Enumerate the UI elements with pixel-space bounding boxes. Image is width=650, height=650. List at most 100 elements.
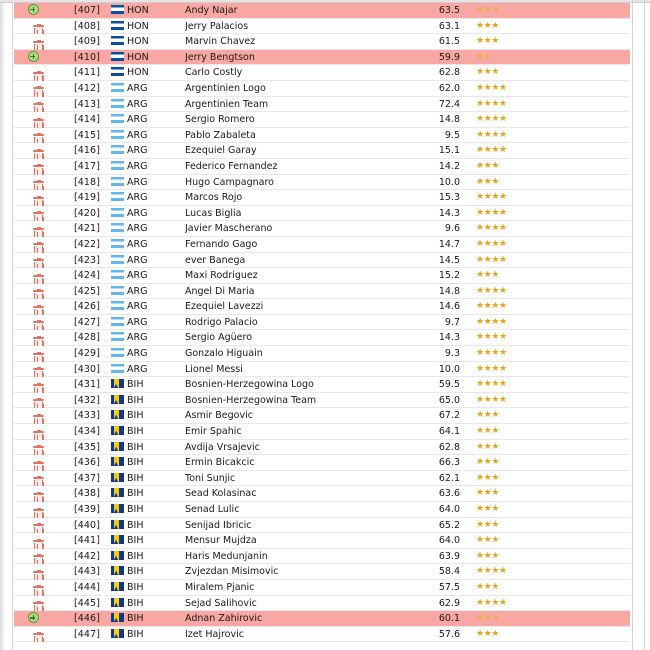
row-action-cell[interactable] bbox=[22, 580, 44, 596]
table-row[interactable]: [421] ARG Javier Mascherano 9.6 ★★★★ bbox=[14, 221, 632, 237]
table-row[interactable]: [431] BIH Bosnien-Herzegowina Logo 59.5 ★★★★ bbox=[14, 377, 632, 393]
row-action-cell[interactable] bbox=[22, 128, 44, 144]
row-action-cell[interactable] bbox=[22, 564, 44, 580]
table-row[interactable]: [427] ARG Rodrigo Palacio 9.7 ★★★★ bbox=[14, 314, 632, 331]
table-row[interactable]: [420] ARG Lucas Biglia 14.3 ★★★★ bbox=[14, 205, 632, 222]
table-row[interactable]: [423] ARG ever Banega 14.5 ★★★★ bbox=[14, 252, 632, 269]
row-action-cell[interactable] bbox=[22, 596, 44, 612]
row-action-cell[interactable] bbox=[22, 377, 44, 393]
row-action-cell[interactable] bbox=[22, 533, 44, 549]
table-row[interactable]: [442] BIH Haris Medunjanin 63.9 ★★★ bbox=[14, 548, 632, 565]
row-action-cell[interactable] bbox=[22, 190, 44, 206]
row-nation: ARG bbox=[111, 221, 179, 237]
table-row[interactable]: [444] BIH Miralem Pjanic 57.5 ★★★ bbox=[14, 579, 632, 596]
row-value: 15.1 bbox=[438, 145, 460, 157]
row-action-cell[interactable] bbox=[22, 299, 44, 315]
row-action-cell[interactable] bbox=[22, 19, 44, 35]
plus-circle-icon[interactable] bbox=[27, 50, 39, 65]
table-row[interactable]: [437] BIH Toni Sunjic 62.1 ★★★ bbox=[14, 470, 632, 487]
row-rating-stars: ★★★★ bbox=[476, 145, 507, 156]
plus-circle-icon[interactable] bbox=[27, 611, 39, 626]
table-row[interactable]: [417] ARG Federico Fernandez 14.2 ★★★ bbox=[14, 158, 632, 175]
table-row[interactable]: [430] ARG Lionel Messi 10.0 ★★★★ bbox=[14, 361, 632, 378]
row-action-cell[interactable] bbox=[22, 346, 44, 362]
row-action-cell[interactable] bbox=[22, 253, 44, 269]
flag-argentina bbox=[111, 315, 124, 330]
row-action-cell[interactable] bbox=[22, 143, 44, 159]
row-action-cell[interactable] bbox=[22, 268, 44, 284]
table-row[interactable]: [445] BIH Sejad Salihovic 62.9 ★★★★ bbox=[14, 595, 632, 612]
table-row[interactable]: [408] HON Jerry Palacios 63.1 ★★★ bbox=[14, 18, 632, 35]
table-row[interactable]: [410] HON Jerry Bengtson 59.9 ★★ bbox=[14, 49, 632, 66]
table-row[interactable]: [433] BIH Asmir Begovic 67.2 ★★★ bbox=[14, 408, 632, 425]
row-value: 59.9 bbox=[438, 51, 460, 63]
table-row[interactable]: [432] BIH Bosnien-Herzegowina Team 65.0 ★★★★ bbox=[14, 392, 632, 409]
table-row[interactable]: [418] ARG Hugo Campagnaro 10.0 ★★★ bbox=[14, 174, 632, 191]
table-row[interactable]: [439] BIH Senad Lulic 64.0 ★★★ bbox=[14, 502, 632, 518]
row-action-cell[interactable] bbox=[22, 424, 44, 440]
row-rating-stars: ★★★★ bbox=[476, 192, 507, 203]
row-action-cell[interactable] bbox=[22, 393, 44, 409]
row-action-cell[interactable] bbox=[22, 34, 44, 50]
table-row[interactable]: [440] BIH Senijad Ibricic 65.2 ★★★ bbox=[14, 517, 632, 534]
flag-argentina bbox=[111, 346, 124, 361]
row-id: [446] bbox=[73, 613, 100, 625]
table-row[interactable]: [441] BIH Mensur Mujdza 64.0 ★★★ bbox=[14, 533, 632, 549]
row-action-cell[interactable] bbox=[22, 65, 44, 81]
row-action-cell[interactable] bbox=[22, 440, 44, 456]
row-action-cell[interactable] bbox=[22, 611, 44, 627]
row-rating-stars: ★★★ bbox=[476, 5, 500, 15]
table-row[interactable]: [416] ARG Ezequiel Garay 15.1 ★★★★ bbox=[14, 143, 632, 159]
table-row[interactable]: [443] BIH Zvjezdan Misimovic 58.4 ★★★★ bbox=[14, 564, 632, 580]
table-row[interactable]: [434] BIH Emir Spahic 64.1 ★★★ bbox=[14, 424, 632, 440]
table-row[interactable]: [435] BIH Avdija Vrsajevic 62.8 ★★★ bbox=[14, 439, 632, 456]
table-row[interactable]: [414] ARG Sergio Romero 14.8 ★★★★ bbox=[14, 112, 632, 128]
table-row[interactable]: [422] ARG Fernando Gago 14.7 ★★★★ bbox=[14, 236, 632, 253]
row-action-cell[interactable] bbox=[22, 81, 44, 97]
row-action-cell[interactable] bbox=[22, 549, 44, 565]
table-row[interactable]: [446] BIH Adnan Zahirovic 60.1 ★★★ bbox=[14, 611, 632, 627]
row-action-cell[interactable] bbox=[22, 206, 44, 222]
table-row[interactable]: [436] BIH Ermin Bicakcic 66.3 ★★★ bbox=[14, 455, 632, 471]
table-row[interactable]: [424] ARG Maxi Rodriguez 15.2 ★★★ bbox=[14, 268, 632, 284]
row-action-cell[interactable] bbox=[22, 175, 44, 191]
row-action-cell[interactable] bbox=[22, 330, 44, 347]
row-action-cell[interactable] bbox=[22, 97, 44, 113]
table-row[interactable]: [413] ARG Argentinien Team 72.4 ★★★★ bbox=[14, 96, 632, 113]
row-action-cell[interactable] bbox=[22, 3, 44, 19]
row-action-cell[interactable] bbox=[22, 518, 44, 534]
row-action-cell[interactable] bbox=[22, 408, 44, 425]
table-row[interactable]: [438] BIH Sead Kolasinac 63.6 ★★★ bbox=[14, 486, 632, 502]
table-row[interactable]: [419] ARG Marcos Rojo 15.3 ★★★★ bbox=[14, 190, 632, 206]
row-action-cell[interactable] bbox=[22, 486, 44, 502]
row-rating-stars: ★★★ bbox=[476, 504, 500, 514]
table-row[interactable]: [447] BIH Izet Hajrovic 57.6 ★★★ bbox=[14, 626, 632, 643]
row-action-cell[interactable] bbox=[22, 315, 44, 331]
row-action-cell[interactable] bbox=[22, 284, 44, 300]
plus-circle-icon[interactable] bbox=[27, 3, 39, 18]
table-row[interactable]: [429] ARG Gonzalo Higuain 9.3 ★★★★ bbox=[14, 346, 632, 362]
row-action-cell[interactable] bbox=[22, 362, 44, 378]
table-row[interactable]: [409] HON Marvin Chavez 61.5 ★★★ bbox=[14, 34, 632, 50]
row-action-cell[interactable] bbox=[22, 471, 44, 487]
row-rating-stars: ★★★ bbox=[476, 488, 500, 499]
table-row[interactable]: [407] HON Andy Najar 63.5 ★★★ bbox=[14, 3, 632, 19]
nation-code: BIH bbox=[127, 457, 144, 469]
row-action-cell[interactable] bbox=[22, 221, 44, 237]
row-action-cell[interactable] bbox=[22, 112, 44, 128]
row-action-cell[interactable] bbox=[22, 627, 44, 643]
table-row[interactable]: [425] ARG Angel Di Maria 14.8 ★★★★ bbox=[14, 283, 632, 300]
row-action-cell[interactable] bbox=[22, 502, 44, 518]
row-action-cell[interactable] bbox=[22, 237, 44, 253]
row-action-cell[interactable] bbox=[22, 455, 44, 471]
table-row[interactable]: [411] HON Carlo Costly 62.8 ★★★ bbox=[14, 65, 632, 81]
table-row[interactable]: [415] ARG Pablo Zabaleta 9.5 ★★★★ bbox=[14, 127, 632, 144]
row-action-cell[interactable] bbox=[22, 50, 44, 66]
table-row[interactable]: [428] ARG Sergio Agüero 14.3 ★★★★ bbox=[14, 330, 632, 347]
row-nation: ARG bbox=[111, 362, 179, 378]
player-table[interactable]: [407] HON Andy Najar 63.5 ★★★ [408] HON Jerry P… bbox=[14, 3, 632, 650]
row-rating-stars: ★★★★ bbox=[476, 597, 507, 608]
table-row[interactable]: [412] ARG Argentinien Logo 62.0 ★★★★ bbox=[14, 80, 632, 97]
table-row[interactable]: [426] ARG Ezequiel Lavezzi 14.6 ★★★★ bbox=[14, 299, 632, 315]
row-action-cell[interactable] bbox=[22, 159, 44, 175]
